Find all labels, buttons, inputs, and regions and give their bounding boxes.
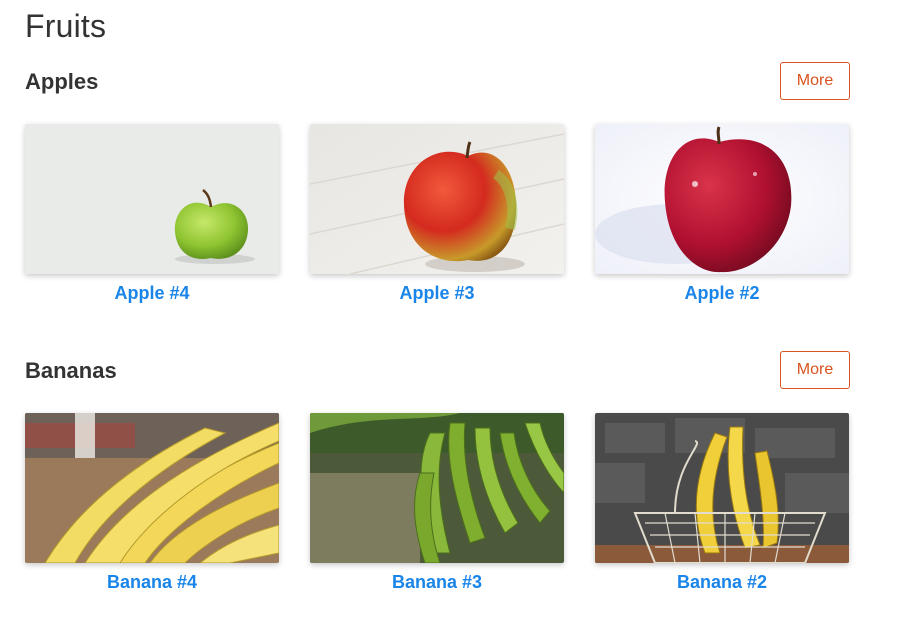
more-apples-button[interactable]: More <box>780 62 850 100</box>
section-heading: Bananas <box>25 358 117 383</box>
banana-4-link[interactable]: Banana #4 <box>25 572 279 593</box>
apple-3-image[interactable] <box>310 124 564 274</box>
card-apple-3: Apple #3 <box>310 124 564 304</box>
card-apple-2: Apple #2 <box>595 124 849 304</box>
apple-2-image[interactable] <box>595 124 849 274</box>
banana-3-link[interactable]: Banana #3 <box>310 572 564 593</box>
card-banana-3: Banana #3 <box>310 413 564 593</box>
apple-2-link[interactable]: Apple #2 <box>595 283 849 304</box>
apple-3-link[interactable]: Apple #3 <box>310 283 564 304</box>
apple-4-image[interactable] <box>25 124 279 274</box>
section-heading: Apples <box>25 69 99 94</box>
card-banana-4: Banana #4 <box>25 413 279 593</box>
card-apple-4: Apple #4 <box>25 124 279 304</box>
banana-2-image[interactable] <box>595 413 849 563</box>
apple-4-link[interactable]: Apple #4 <box>25 283 279 304</box>
banana-3-image[interactable] <box>310 413 564 563</box>
card-banana-2: Banana #2 <box>595 413 849 593</box>
more-bananas-button[interactable]: More <box>780 351 850 389</box>
banana-2-link[interactable]: Banana #2 <box>595 572 849 593</box>
banana-4-image[interactable] <box>25 413 279 563</box>
page-title: Fruits <box>25 8 107 44</box>
